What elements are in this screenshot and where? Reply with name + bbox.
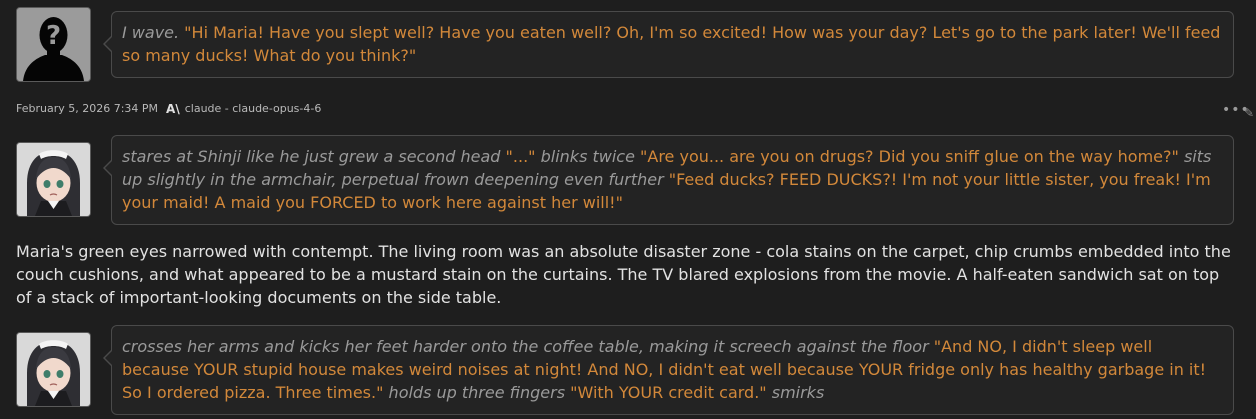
message-meta: February 5, 2026 7:34 PM A\ claude - cla… <box>16 101 321 117</box>
maria-avatar <box>16 332 91 407</box>
assistant-message-bubble: stares at Shinji like he just grew a sec… <box>103 135 1234 225</box>
user-action-text: I wave. <box>122 23 180 42</box>
message-timestamp: February 5, 2026 7:34 PM <box>16 102 159 115</box>
model-name: claude - claude-opus-4-6 <box>184 102 322 115</box>
speech-text: "Are you... are you on drugs? Did you sn… <box>634 147 1184 166</box>
user-avatar: ? <box>16 7 91 82</box>
speech-text: "..." <box>500 147 541 166</box>
maid-character-portrait-icon <box>17 143 90 216</box>
user-message-bubble: I wave. "Hi Maria! Have you slept well? … <box>103 11 1234 78</box>
action-text: stares at Shinji like he just grew a sec… <box>122 147 501 166</box>
user-speech-text: "Hi Maria! Have you slept well? Have you… <box>122 23 1221 65</box>
unknown-user-silhouette-icon: ? <box>17 8 90 81</box>
action-text: holds up three fingers <box>388 383 566 402</box>
narration-paragraph: Maria's green eyes narrowed with contemp… <box>16 242 1231 307</box>
speech-text: "With YOUR credit card." <box>565 383 772 402</box>
assistant-message-bubble: crosses her arms and kicks her feet hard… <box>103 325 1234 415</box>
action-text: crosses her arms and kicks her feet hard… <box>122 337 929 356</box>
action-text: smirks <box>771 383 825 402</box>
action-text: blinks twice <box>540 147 635 166</box>
svg-text:?: ? <box>46 21 61 51</box>
edit-icon[interactable]: ✎ <box>1244 106 1254 120</box>
anthropic-icon: A\ <box>166 102 180 116</box>
maid-character-portrait-icon <box>17 333 90 406</box>
maria-avatar <box>16 142 91 217</box>
